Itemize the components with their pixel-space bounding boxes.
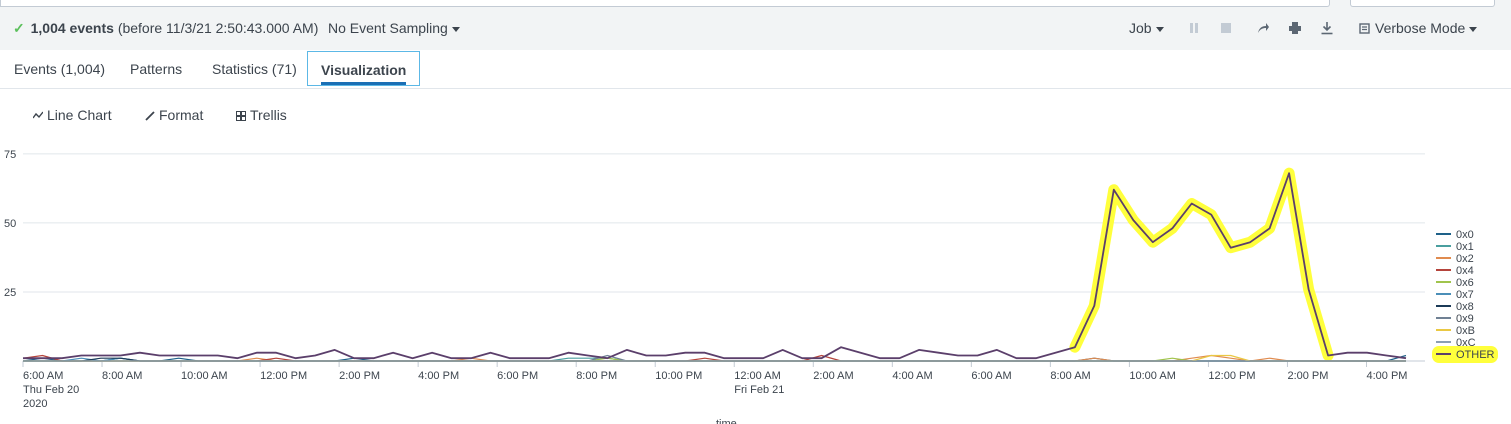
legend-label: 0x0 bbox=[1456, 229, 1474, 241]
x-tick-date: Fri Feb 21 bbox=[734, 384, 784, 396]
legend-label: OTHER bbox=[1456, 349, 1495, 361]
event-time: (before 11/3/21 2:50:43.000 AM) bbox=[117, 20, 319, 36]
search-input[interactable] bbox=[0, 0, 1330, 7]
event-status: ✓ 1,004 events (before 11/3/21 2:50:43.0… bbox=[13, 20, 318, 37]
results-tabs: Events (1,004) Patterns Statistics (71) … bbox=[0, 50, 1511, 89]
x-tick-label: 12:00 AM bbox=[734, 370, 780, 382]
legend-label: 0x4 bbox=[1456, 265, 1474, 277]
series-line-other bbox=[23, 172, 1407, 360]
y-tick-label: 50 bbox=[4, 218, 16, 230]
legend-label: 0x9 bbox=[1456, 313, 1474, 325]
y-tick-label: 75 bbox=[4, 149, 16, 161]
tab-visualization[interactable]: Visualization bbox=[307, 51, 421, 86]
x-tick-label: 10:00 AM bbox=[181, 370, 227, 382]
x-axis-title: time bbox=[716, 418, 737, 424]
tab-statistics[interactable]: Statistics (71) bbox=[212, 61, 297, 77]
format-button[interactable]: Format bbox=[145, 107, 203, 123]
job-menu-label: Job bbox=[1129, 20, 1152, 36]
share-icon[interactable] bbox=[1256, 21, 1270, 35]
line-chart: 25 50 75 6:00 AM Thu Feb 20 2020 8:00 AM 10:00… bbox=[4, 149, 1498, 424]
chevron-down-icon bbox=[1469, 26, 1478, 32]
legend-label: 0xB bbox=[1456, 325, 1475, 337]
x-tick-label: 4:00 PM bbox=[418, 370, 459, 382]
trellis-icon bbox=[236, 111, 246, 121]
y-axis: 25 50 75 bbox=[4, 149, 1425, 362]
event-count: 1,004 events bbox=[30, 20, 114, 36]
x-tick-label: 2:00 AM bbox=[813, 370, 853, 382]
x-tick-label: 2:00 PM bbox=[1287, 370, 1328, 382]
legend-label: 0x8 bbox=[1456, 301, 1474, 313]
trellis-button[interactable]: Trellis bbox=[236, 107, 287, 123]
brush-icon bbox=[145, 111, 155, 121]
x-tick-label: 8:00 AM bbox=[1050, 370, 1090, 382]
x-tick-label: 8:00 AM bbox=[102, 370, 142, 382]
x-tick-label: 6:00 AM bbox=[23, 370, 63, 382]
chevron-down-icon bbox=[1155, 26, 1164, 32]
job-status-bar: ✓ 1,004 events (before 11/3/21 2:50:43.0… bbox=[0, 0, 1511, 50]
legend-label: 0xC bbox=[1456, 337, 1476, 349]
event-sampling-label: No Event Sampling bbox=[328, 20, 448, 36]
event-sampling-dropdown[interactable]: No Event Sampling bbox=[328, 20, 460, 36]
search-mode-dropdown[interactable]: Verbose Mode bbox=[1359, 20, 1478, 36]
legend-label: 0x6 bbox=[1456, 277, 1474, 289]
legend: 0x00x10x20x40x60x70x80x90xB0xCOTHER bbox=[1432, 229, 1498, 363]
x-tick-label: 12:00 PM bbox=[260, 370, 307, 382]
x-axis: 6:00 AM Thu Feb 20 2020 8:00 AM 10:00 AM 12:0… bbox=[22, 361, 1407, 424]
x-tick-label: 4:00 AM bbox=[892, 370, 932, 382]
legend-label: 0x7 bbox=[1456, 289, 1474, 301]
legend-label: 0x2 bbox=[1456, 253, 1474, 265]
stop-icon[interactable] bbox=[1219, 21, 1233, 35]
job-menu[interactable]: Job bbox=[1129, 20, 1164, 36]
x-tick-label: 10:00 PM bbox=[655, 370, 702, 382]
x-tick-date: Thu Feb 20 bbox=[23, 384, 79, 396]
check-icon: ✓ bbox=[13, 20, 25, 36]
trellis-label: Trellis bbox=[250, 107, 287, 123]
x-tick-label: 10:00 AM bbox=[1129, 370, 1175, 382]
print-icon[interactable] bbox=[1288, 21, 1302, 35]
format-label: Format bbox=[159, 107, 204, 123]
x-tick-label: 8:00 PM bbox=[576, 370, 617, 382]
y-tick-label: 25 bbox=[4, 287, 16, 299]
tab-events[interactable]: Events (1,004) bbox=[14, 61, 105, 77]
tab-patterns[interactable]: Patterns bbox=[130, 61, 182, 77]
legend-label: 0x1 bbox=[1456, 241, 1474, 253]
line-chart-button[interactable]: Line Chart bbox=[32, 107, 112, 123]
search-mode-label: Verbose Mode bbox=[1375, 20, 1466, 36]
x-tick-label: 12:00 PM bbox=[1208, 370, 1255, 382]
pause-icon[interactable] bbox=[1187, 21, 1201, 35]
line-chart-icon bbox=[32, 111, 44, 119]
x-tick-year: 2020 bbox=[23, 398, 47, 410]
line-chart-label: Line Chart bbox=[47, 107, 112, 123]
chevron-down-icon bbox=[451, 26, 460, 32]
download-icon[interactable] bbox=[1320, 21, 1334, 35]
search-button[interactable] bbox=[1350, 0, 1495, 7]
x-tick-label: 6:00 AM bbox=[971, 370, 1011, 382]
x-tick-label: 4:00 PM bbox=[1366, 370, 1407, 382]
x-tick-label: 6:00 PM bbox=[497, 370, 538, 382]
x-tick-label: 2:00 PM bbox=[339, 370, 380, 382]
mode-icon bbox=[1359, 23, 1370, 34]
